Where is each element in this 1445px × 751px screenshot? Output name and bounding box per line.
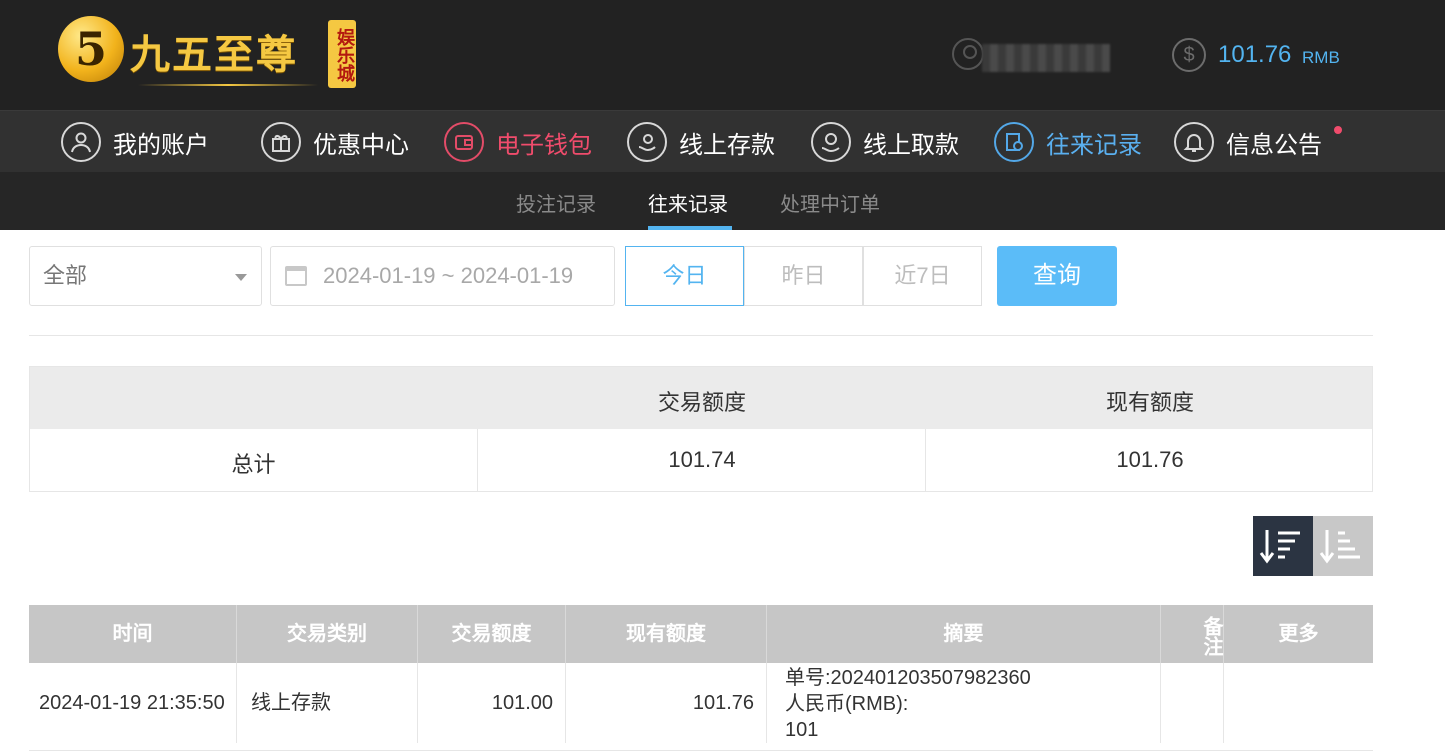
main-navigation: 我的账户 优惠中心 电子钱包 线上存款 线上取款 往来记录 信息公告 — [0, 110, 1445, 172]
summary-header: 交易额度 现有额度 — [30, 367, 1372, 429]
username-redacted — [982, 44, 1110, 72]
nav-e-wallet[interactable]: 电子钱包 — [444, 121, 592, 163]
logo-ornament — [138, 84, 318, 86]
subnav-transaction-records[interactable]: 往来记录 — [648, 188, 728, 217]
cell-time: 2024-01-19 21:35:50 — [29, 663, 237, 743]
dollar-icon: $ — [1172, 38, 1206, 72]
nav-label: 线上存款 — [679, 131, 775, 159]
gift-icon — [261, 122, 301, 162]
cell-more[interactable] — [1224, 663, 1373, 743]
last-7-days-button[interactable]: 近7日 — [863, 246, 982, 306]
nav-my-account[interactable]: 我的账户 — [61, 121, 209, 163]
yesterday-button[interactable]: 昨日 — [744, 246, 863, 306]
select-value: 全部 — [43, 263, 88, 288]
summary-order-number: 单号:20240120350798236​0 — [785, 667, 1031, 689]
records-header: 时间 交易类别 交易额度 现有额度 摘要 备注 更多 — [29, 605, 1373, 663]
date-range-picker[interactable]: 2024-01-19 ~ 2024-01-19 — [270, 246, 615, 306]
user-account[interactable] — [952, 38, 1112, 74]
col-balance: 现有额度 — [566, 605, 767, 663]
top-header: 5 九五至尊 娱乐城 $ 101.76 RMB — [0, 0, 1445, 110]
nav-promotions[interactable]: 优惠中心 — [261, 121, 409, 163]
today-button[interactable]: 今日 — [625, 246, 744, 306]
nav-label: 我的账户 — [113, 131, 209, 159]
col-time: 时间 — [29, 605, 237, 663]
balance-amount: 101.76 — [1218, 41, 1292, 68]
column-divider — [925, 429, 926, 491]
notification-dot — [1334, 126, 1342, 134]
nav-label: 信息公告 — [1226, 131, 1322, 159]
summary-currency-value: 101 — [785, 719, 819, 741]
sort-ascending-button[interactable] — [1313, 516, 1373, 576]
chevron-down-icon — [235, 274, 247, 281]
cell-balance: 101.76 — [566, 663, 767, 743]
nav-label: 线上取款 — [863, 131, 959, 159]
col-amount: 交易额度 — [418, 605, 566, 663]
summary-total-row: 总计 101.74 101.76 — [30, 429, 1372, 491]
summary-currency-label: 人民币(RMB): — [785, 693, 909, 715]
sub-navigation: 投注记录 往来记录 处理中订单 — [0, 172, 1445, 230]
records-table: 时间 交易类别 交易额度 现有额度 摘要 备注 更多 2024-01-19 21… — [29, 605, 1373, 751]
cell-type: 线上存款 — [237, 663, 418, 743]
nav-label: 往来记录 — [1046, 131, 1142, 159]
site-logo[interactable]: 5 九五至尊 娱乐城 — [58, 14, 358, 94]
col-note: 备注 — [1161, 605, 1224, 663]
sort-descending-button[interactable] — [1253, 516, 1313, 576]
nav-transaction-records[interactable]: 往来记录 — [994, 121, 1142, 163]
summary-current-total: 101.76 — [1116, 447, 1184, 472]
sort-descending-icon — [1259, 530, 1300, 564]
query-button[interactable]: 查询 — [997, 246, 1117, 306]
summary-total-label: 总计 — [231, 452, 276, 477]
cell-amount: 101.00 — [418, 663, 566, 743]
bell-icon — [1174, 122, 1214, 162]
user-avatar-icon — [952, 38, 984, 70]
col-type: 交易类别 — [237, 605, 418, 663]
calendar-icon — [285, 266, 307, 286]
subnav-bet-records[interactable]: 投注记录 — [516, 188, 596, 217]
nav-online-deposit[interactable]: 线上存款 — [627, 121, 775, 163]
summary-table: 交易额度 现有额度 总计 101.74 101.76 — [29, 366, 1373, 492]
logo-badge: 娱乐城 — [328, 20, 356, 88]
transaction-type-select[interactable]: 全部 — [29, 246, 262, 306]
records-icon — [994, 122, 1034, 162]
date-range-value: 2024-01-19 ~ 2024-01-19 — [323, 263, 574, 288]
nav-announcements[interactable]: 信息公告 — [1174, 121, 1322, 163]
logo-emblem-number: 5 — [74, 22, 107, 76]
col-summary: 摘要 — [767, 605, 1161, 663]
cell-summary: 单号:20240120350798236​0 人民币(RMB): 101 — [767, 663, 1161, 743]
column-divider — [477, 429, 478, 491]
nav-label: 优惠中心 — [313, 131, 409, 159]
balance-currency: RMB — [1302, 48, 1340, 67]
cell-note — [1161, 663, 1224, 743]
user-icon — [61, 122, 101, 162]
summary-header-amount: 交易额度 — [657, 390, 746, 415]
table-row: 2024-01-19 21:35:50 线上存款 101.00 101.76 单… — [29, 663, 1373, 751]
logo-title: 九五至尊 — [130, 31, 298, 78]
col-more: 更多 — [1278, 623, 1319, 645]
balance-display: $ 101.76 RMB — [1172, 38, 1432, 74]
sort-ascending-icon — [1319, 530, 1360, 564]
nav-online-withdraw[interactable]: 线上取款 — [811, 121, 959, 163]
summary-header-balance: 现有额度 — [1105, 390, 1194, 415]
section-divider — [29, 335, 1373, 336]
nav-label: 电子钱包 — [496, 131, 592, 159]
deposit-icon — [627, 122, 667, 162]
subnav-active-indicator — [648, 226, 732, 230]
subnav-pending-orders[interactable]: 处理中订单 — [780, 188, 880, 217]
wallet-icon — [444, 122, 484, 162]
withdraw-icon — [811, 122, 851, 162]
summary-transaction-total: 101.74 — [668, 447, 736, 472]
